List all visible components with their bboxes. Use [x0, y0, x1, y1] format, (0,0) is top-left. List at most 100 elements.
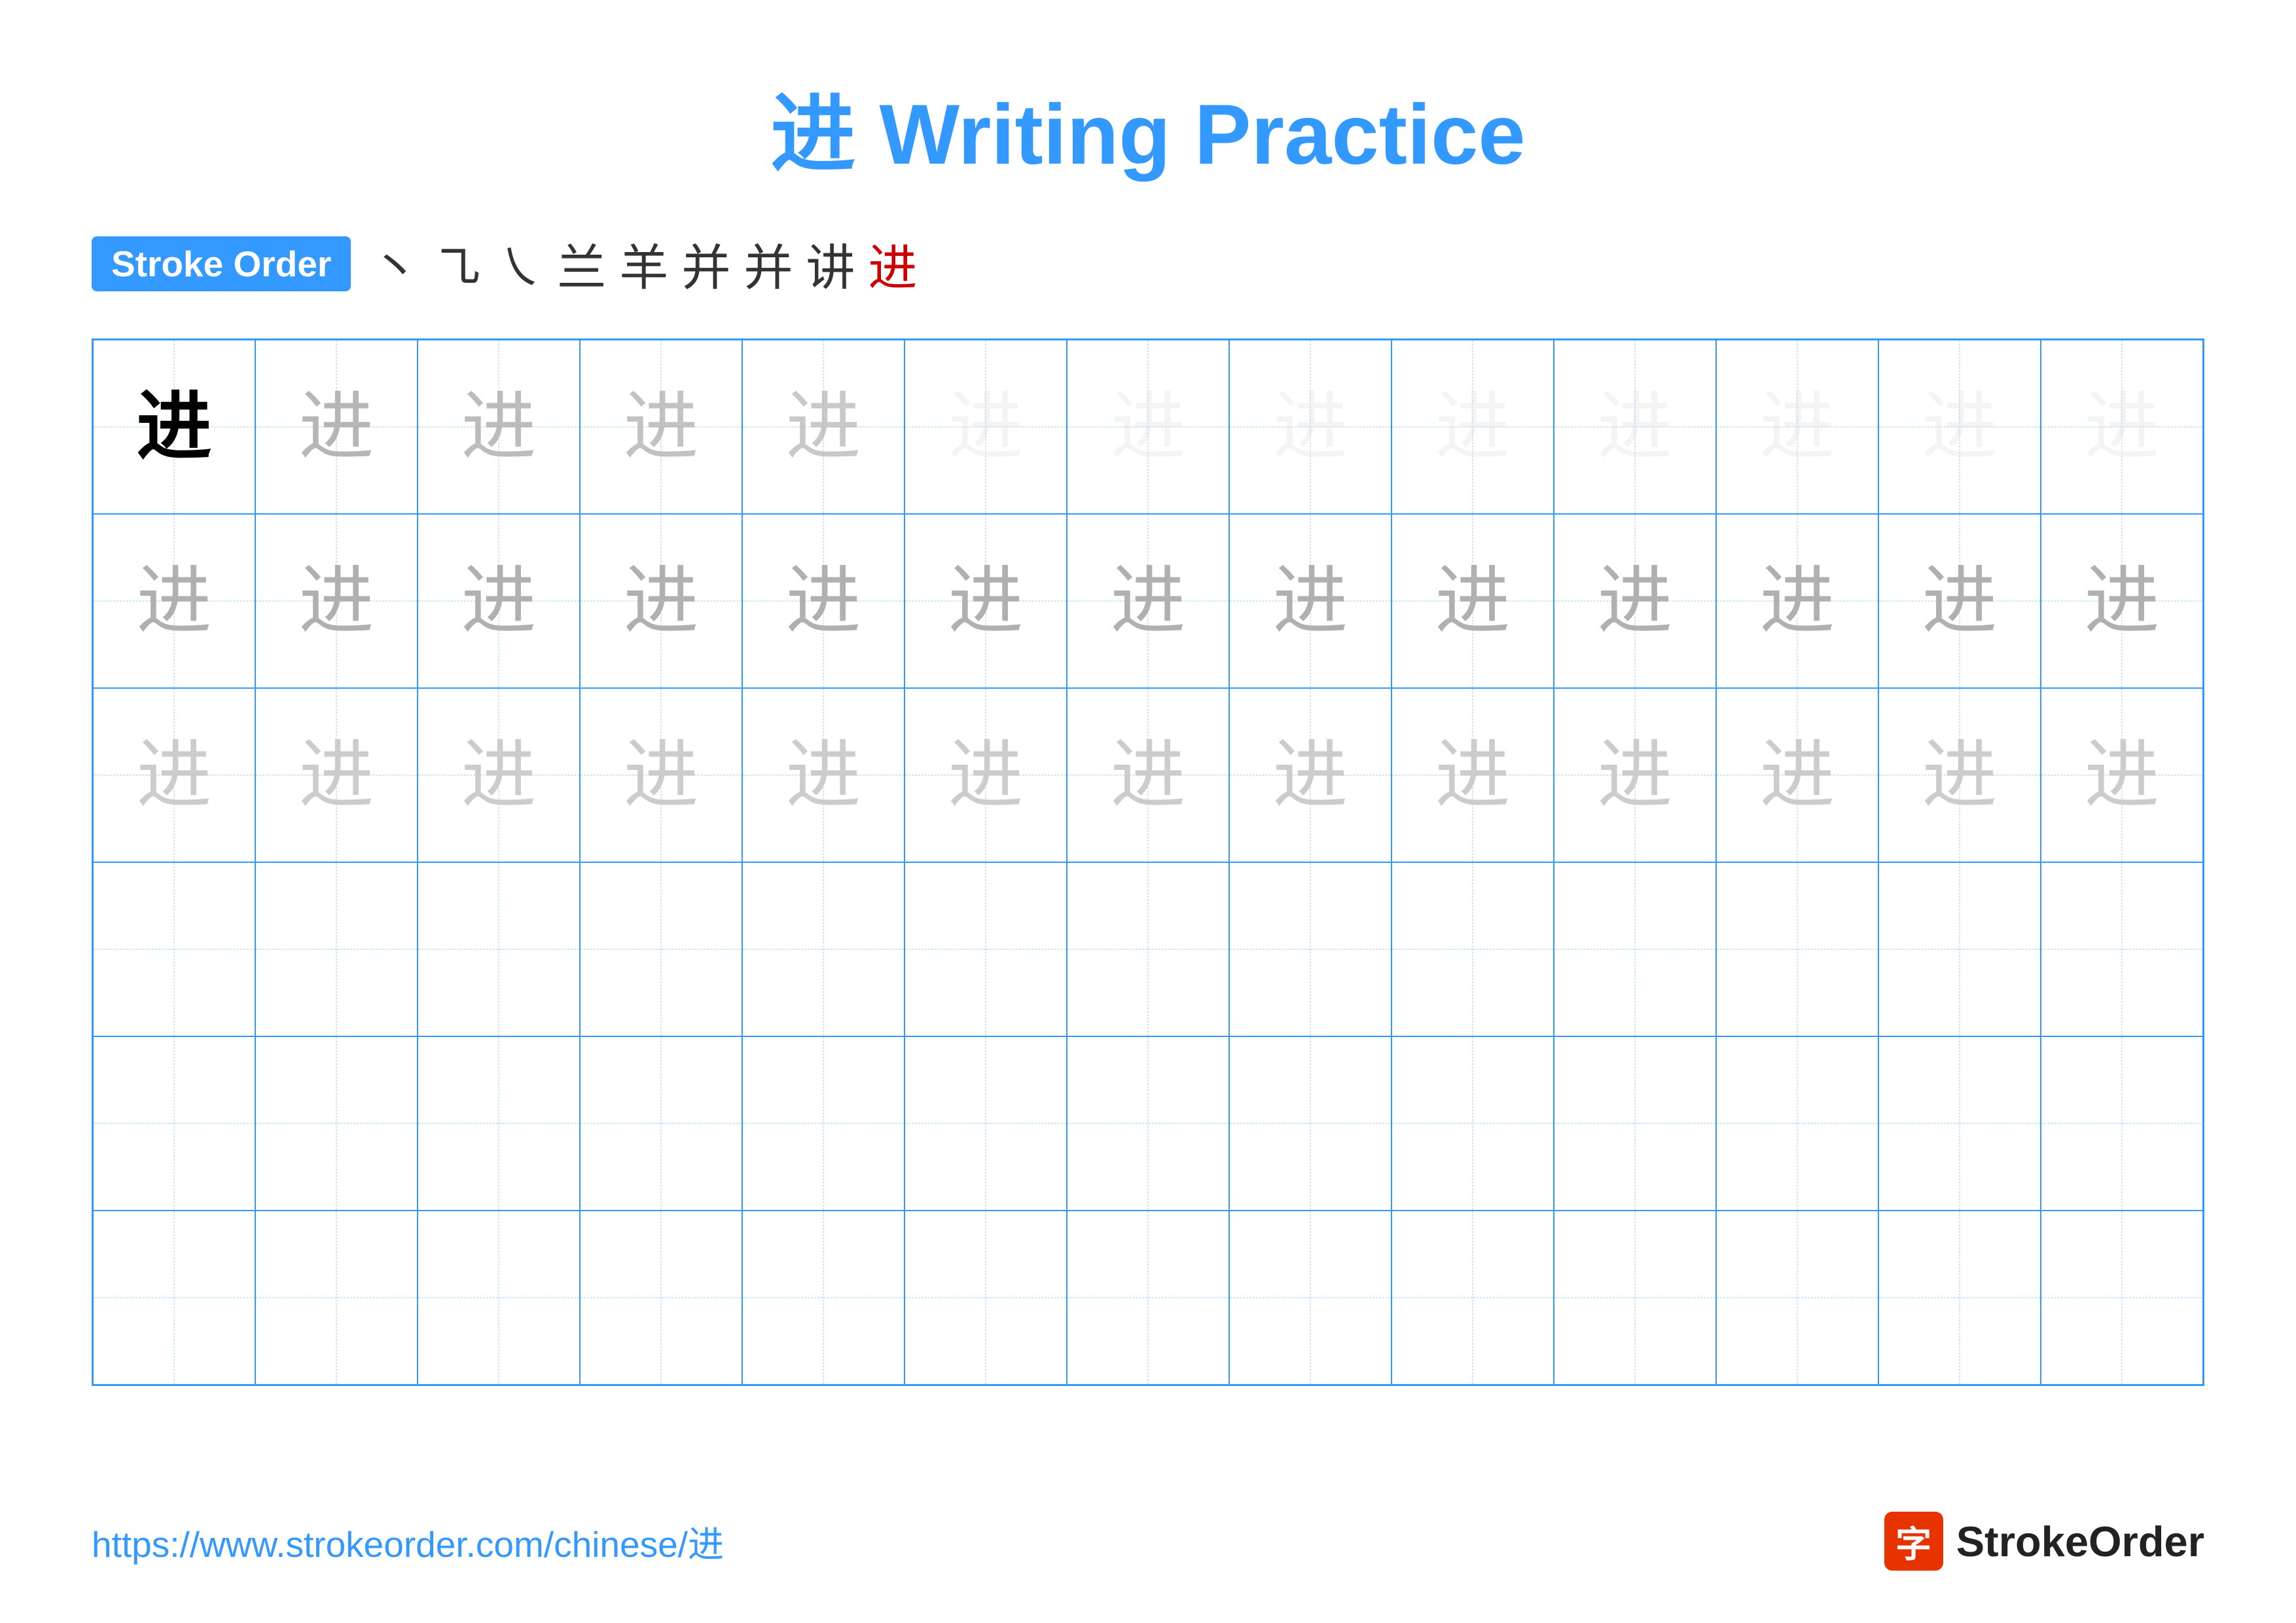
grid-cell[interactable] [2041, 862, 2203, 1036]
grid-cell[interactable] [1716, 1211, 1878, 1385]
grid-cell[interactable]: 进 [1229, 340, 1391, 514]
grid-cell[interactable]: 进 [418, 514, 580, 688]
grid-cell[interactable]: 进 [1554, 688, 1716, 862]
grid-cell[interactable] [418, 1036, 580, 1211]
stroke-order-row: Stroke Order 丶 ㇈ ㇏ 兰 羊 并 并 讲 进 [92, 228, 2204, 299]
stroke-9-final: 进 [868, 228, 917, 299]
grid-cell[interactable]: 进 [905, 340, 1067, 514]
grid-cell[interactable]: 进 [2041, 514, 2203, 688]
grid-cell[interactable]: 进 [2041, 688, 2203, 862]
grid-cell[interactable] [1391, 1036, 1554, 1211]
grid-cell[interactable] [742, 1211, 905, 1385]
grid-cell[interactable]: 进 [93, 688, 255, 862]
footer-url: https://www.strokeorder.com/chinese/进 [92, 1515, 724, 1567]
grid-cell[interactable] [905, 1036, 1067, 1211]
grid-cell[interactable] [1554, 1036, 1716, 1211]
title-text: Writing Practice [879, 86, 1525, 182]
grid-cell[interactable]: 进 [2041, 340, 2203, 514]
grid-cell[interactable]: 进 [1716, 514, 1878, 688]
page-title: 进 Writing Practice [92, 65, 2204, 189]
grid-cell[interactable] [93, 1211, 255, 1385]
grid-cell[interactable]: 进 [1391, 340, 1554, 514]
grid-cell[interactable]: 进 [1554, 514, 1716, 688]
grid-cell[interactable] [255, 862, 418, 1036]
grid-cell[interactable]: 进 [1878, 688, 2041, 862]
grid-cell[interactable] [93, 862, 255, 1036]
stroke-5: 羊 [619, 228, 668, 299]
grid-cell[interactable]: 进 [1067, 340, 1229, 514]
grid-cell[interactable]: 进 [1391, 688, 1554, 862]
grid-cell[interactable] [1554, 1211, 1716, 1385]
grid-cell[interactable]: 进 [93, 340, 255, 514]
grid-cell[interactable]: 进 [580, 688, 742, 862]
stroke-7: 并 [744, 228, 793, 299]
grid-cell[interactable] [1391, 1211, 1554, 1385]
grid-cell[interactable]: 进 [1067, 514, 1229, 688]
grid-cell[interactable]: 进 [742, 340, 905, 514]
footer-logo: 字 StrokeOrder [1884, 1512, 2204, 1571]
grid-cell[interactable] [580, 862, 742, 1036]
grid-cell[interactable] [1716, 862, 1878, 1036]
grid-cell[interactable] [255, 1036, 418, 1211]
grid-cell[interactable] [1067, 1036, 1229, 1211]
stroke-1: 丶 [370, 228, 420, 299]
grid-cell[interactable]: 进 [255, 514, 418, 688]
grid-cell[interactable]: 进 [742, 514, 905, 688]
grid-cell[interactable] [93, 1036, 255, 1211]
grid-cell[interactable]: 进 [905, 514, 1067, 688]
grid-cell[interactable] [418, 1211, 580, 1385]
stroke-2: ㇈ [433, 228, 482, 299]
stroke-order-badge: Stroke Order [92, 236, 351, 291]
grid-cell[interactable] [1878, 1036, 2041, 1211]
stroke-6: 并 [681, 228, 730, 299]
stroke-order-chars: 丶 ㇈ ㇏ 兰 羊 并 并 讲 进 [370, 228, 917, 299]
grid-cell[interactable]: 进 [580, 514, 742, 688]
grid-cell[interactable] [418, 862, 580, 1036]
stroke-4: 兰 [557, 228, 606, 299]
grid-cell[interactable] [1391, 862, 1554, 1036]
grid-cell[interactable] [1067, 862, 1229, 1036]
footer-logo-text: StrokeOrder [1956, 1517, 2204, 1566]
grid-cell[interactable]: 进 [255, 340, 418, 514]
grid-cell[interactable] [1554, 862, 1716, 1036]
grid-cell[interactable] [1716, 1036, 1878, 1211]
stroke-3: ㇏ [495, 228, 544, 299]
grid-cell[interactable] [2041, 1036, 2203, 1211]
grid-cell[interactable] [742, 1036, 905, 1211]
grid-cell[interactable]: 进 [1229, 514, 1391, 688]
grid-cell[interactable]: 进 [1391, 514, 1554, 688]
grid-cell[interactable]: 进 [1878, 514, 2041, 688]
grid-cell[interactable]: 进 [1878, 340, 2041, 514]
grid-cell[interactable] [1878, 1211, 2041, 1385]
grid-cell[interactable]: 进 [580, 340, 742, 514]
grid-cell[interactable] [1229, 1211, 1391, 1385]
grid-cell[interactable]: 进 [1067, 688, 1229, 862]
grid-cell[interactable] [1878, 862, 2041, 1036]
grid-cell[interactable]: 进 [418, 688, 580, 862]
stroke-8: 讲 [806, 228, 855, 299]
footer-logo-icon: 字 [1884, 1512, 1943, 1571]
title-char: 进 [770, 86, 855, 182]
grid-cell[interactable] [580, 1036, 742, 1211]
grid-cell[interactable] [255, 1211, 418, 1385]
page: 进 Writing Practice Stroke Order 丶 ㇈ ㇏ 兰 … [0, 0, 2296, 1623]
grid-cell[interactable]: 进 [742, 688, 905, 862]
grid-cell[interactable] [1067, 1211, 1229, 1385]
grid-cell[interactable] [580, 1211, 742, 1385]
grid-cell[interactable] [1229, 862, 1391, 1036]
grid-cell[interactable] [742, 862, 905, 1036]
grid-cell[interactable]: 进 [255, 688, 418, 862]
grid-cell[interactable]: 进 [93, 514, 255, 688]
footer: https://www.strokeorder.com/chinese/进 字 … [92, 1512, 2204, 1571]
practice-grid: 进进进进进进进进进进进进进进进进进进进进进进进进进进进进进进进进进进进进进进进 [92, 338, 2204, 1386]
grid-cell[interactable]: 进 [418, 340, 580, 514]
grid-cell[interactable] [1229, 1036, 1391, 1211]
grid-cell[interactable]: 进 [1554, 340, 1716, 514]
grid-cell[interactable]: 进 [1229, 688, 1391, 862]
grid-cell[interactable]: 进 [905, 688, 1067, 862]
grid-cell[interactable]: 进 [1716, 688, 1878, 862]
grid-cell[interactable] [905, 862, 1067, 1036]
grid-cell[interactable] [905, 1211, 1067, 1385]
grid-cell[interactable] [2041, 1211, 2203, 1385]
grid-cell[interactable]: 进 [1716, 340, 1878, 514]
